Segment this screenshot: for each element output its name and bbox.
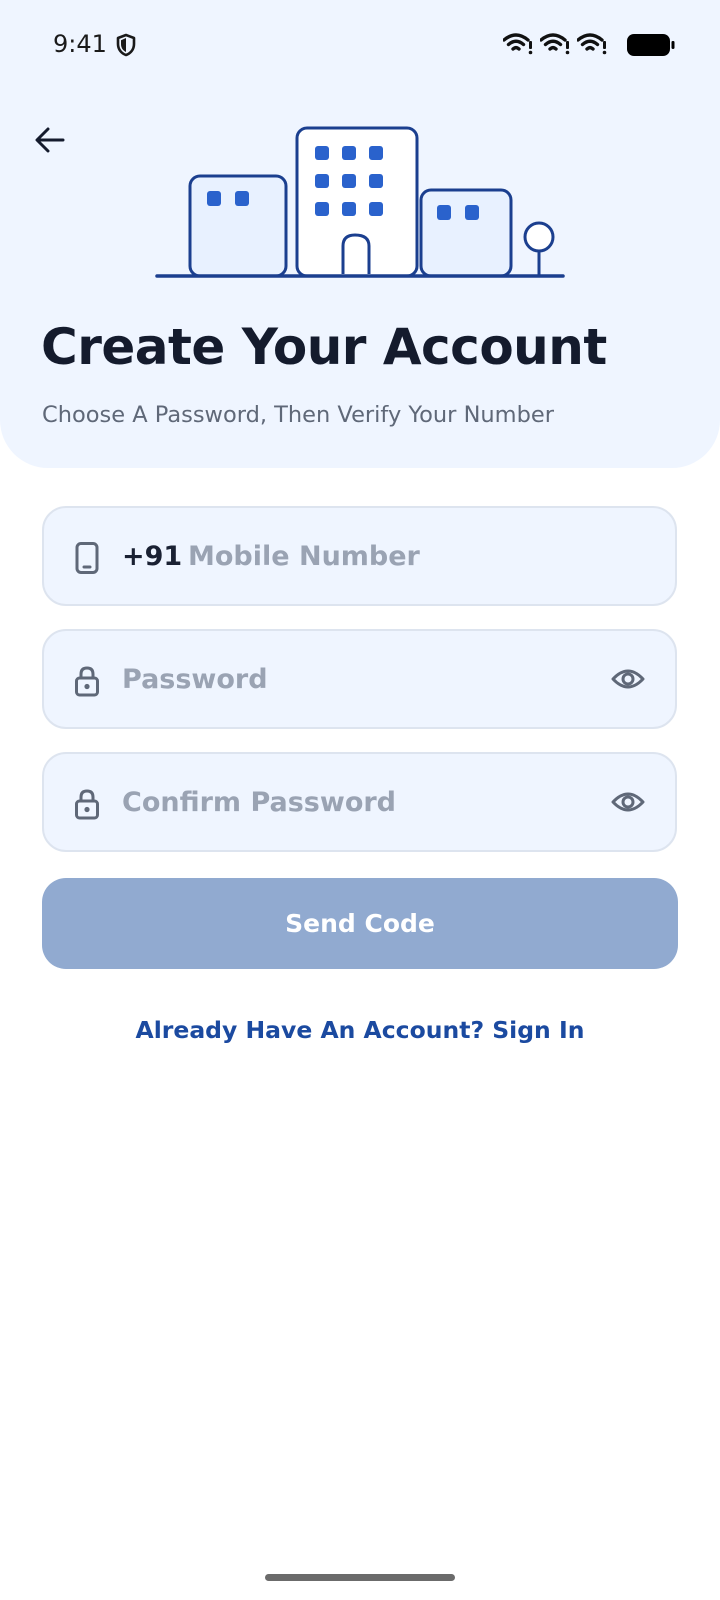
lock-icon [74, 788, 100, 824]
mobile-number-field[interactable]: +91 [42, 506, 677, 606]
status-time: 9:41 [53, 30, 107, 58]
send-code-button[interactable]: Send Code [42, 878, 678, 969]
battery-icon [627, 33, 675, 61]
password-field[interactable] [42, 629, 677, 729]
page-subtitle: Choose A Password, Then Verify Your Numb… [42, 402, 554, 428]
wifi-icon [539, 32, 570, 60]
country-code-prefix: +91 [122, 541, 183, 572]
password-input[interactable] [122, 631, 582, 727]
arrow-left-icon [35, 127, 65, 153]
eye-icon[interactable] [611, 790, 645, 818]
sign-in-link[interactable]: Already Have An Account? Sign In [0, 1016, 720, 1044]
eye-icon[interactable] [611, 667, 645, 695]
shield-icon [116, 33, 136, 61]
status-bar: 9:41 [0, 0, 720, 90]
lock-icon [74, 665, 100, 701]
back-button[interactable] [30, 120, 70, 160]
city-buildings-illustration [155, 124, 565, 286]
home-indicator [265, 1574, 455, 1581]
wifi-icon [576, 32, 607, 60]
confirm-password-input[interactable] [122, 754, 582, 850]
confirm-password-field[interactable] [42, 752, 677, 852]
wifi-icon [502, 32, 533, 60]
page-title: Create Your Account [41, 318, 607, 376]
phone-icon [74, 542, 100, 578]
mobile-number-input[interactable] [188, 508, 648, 604]
